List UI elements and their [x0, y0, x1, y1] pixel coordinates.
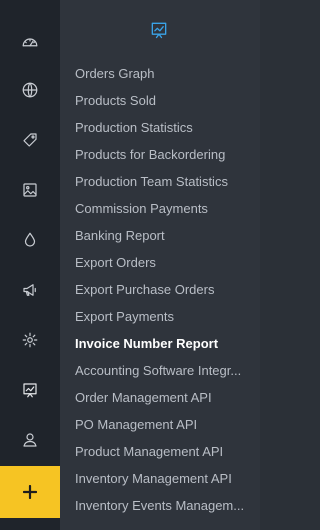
- reports-menu: Orders Graph Products Sold Production St…: [60, 60, 260, 519]
- image-icon[interactable]: [0, 170, 60, 210]
- menu-item-production-team-statistics[interactable]: Production Team Statistics: [60, 168, 260, 195]
- plus-icon: [23, 485, 37, 499]
- menu-item-products-sold[interactable]: Products Sold: [60, 87, 260, 114]
- reports-icon[interactable]: [0, 370, 60, 410]
- menu-item-export-purchase-orders[interactable]: Export Purchase Orders: [60, 276, 260, 303]
- icon-rail: [0, 0, 60, 530]
- dashboard-gauge-icon[interactable]: [0, 22, 60, 62]
- menu-item-production-statistics[interactable]: Production Statistics: [60, 114, 260, 141]
- menu-item-accounting-software-integration[interactable]: Accounting Software Integr...: [60, 357, 260, 384]
- megaphone-icon[interactable]: [0, 270, 60, 310]
- menu-item-products-for-backordering[interactable]: Products for Backordering: [60, 141, 260, 168]
- menu-item-inventory-management-api[interactable]: Inventory Management API: [60, 465, 260, 492]
- menu-item-inventory-events-management[interactable]: Inventory Events Managem...: [60, 492, 260, 519]
- rail-bottom-strip: [0, 518, 60, 530]
- drop-icon[interactable]: [0, 220, 60, 260]
- menu-item-export-payments[interactable]: Export Payments: [60, 303, 260, 330]
- gear-icon[interactable]: [0, 320, 60, 360]
- tag-icon[interactable]: [0, 120, 60, 160]
- menu-item-export-orders[interactable]: Export Orders: [60, 249, 260, 276]
- globe-icon[interactable]: [0, 70, 60, 110]
- menu-item-invoice-number-report[interactable]: Invoice Number Report: [60, 330, 260, 357]
- add-button[interactable]: [0, 466, 60, 518]
- user-icon[interactable]: [0, 420, 60, 460]
- menu-item-po-management-api[interactable]: PO Management API: [60, 411, 260, 438]
- reports-submenu-panel: Orders Graph Products Sold Production St…: [60, 0, 260, 530]
- menu-item-orders-graph[interactable]: Orders Graph: [60, 60, 260, 87]
- menu-item-product-management-api[interactable]: Product Management API: [60, 438, 260, 465]
- menu-item-order-management-api[interactable]: Order Management API: [60, 384, 260, 411]
- menu-item-banking-report[interactable]: Banking Report: [60, 222, 260, 249]
- reports-header-icon: [148, 19, 170, 41]
- menu-item-commission-payments[interactable]: Commission Payments: [60, 195, 260, 222]
